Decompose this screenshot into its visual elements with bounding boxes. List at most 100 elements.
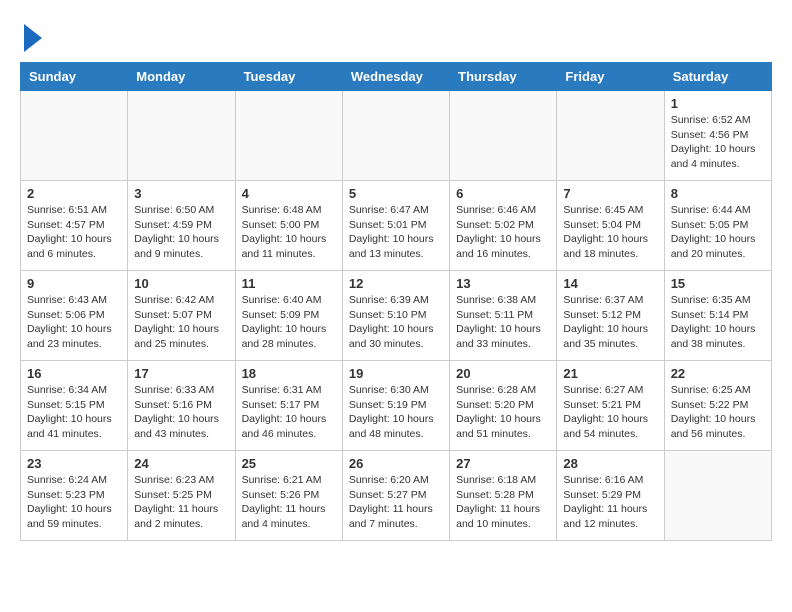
calendar-cell (664, 451, 771, 541)
day-info: Sunrise: 6:45 AM Sunset: 5:04 PM Dayligh… (563, 203, 657, 262)
calendar-cell: 2 Sunrise: 6:51 AM Sunset: 4:57 PM Daylig… (21, 181, 128, 271)
day-number: 9 (27, 276, 121, 291)
page-header (20, 20, 772, 52)
day-info: Sunrise: 6:34 AM Sunset: 5:15 PM Dayligh… (27, 383, 121, 442)
calendar-header-row: SundayMondayTuesdayWednesdayThursdayFrid… (21, 63, 772, 91)
calendar-cell: 21Sunrise: 6:27 AM Sunset: 5:21 PM Dayli… (557, 361, 664, 451)
day-number: 19 (349, 366, 443, 381)
weekday-header: Tuesday (235, 63, 342, 91)
calendar-cell: 23 Sunrise: 6:24 AM Sunset: 5:23 PM Dayli… (21, 451, 128, 541)
calendar-cell: 16 Sunrise: 6:34 AM Sunset: 5:15 PM Dayli… (21, 361, 128, 451)
day-info: Sunrise: 6:30 AM Sunset: 5:19 PM Dayligh… (349, 383, 443, 442)
calendar-cell: 22 Sunrise: 6:25 AM Sunset: 5:22 PM Dayli… (664, 361, 771, 451)
calendar-cell: 14 Sunrise: 6:37 AM Sunset: 5:12 PM Dayli… (557, 271, 664, 361)
day-info: Sunrise: 6:33 AM Sunset: 5:16 PM Dayligh… (134, 383, 228, 442)
day-number: 5 (349, 186, 443, 201)
day-number: 16 (27, 366, 121, 381)
day-number: 13 (456, 276, 550, 291)
calendar-cell: 1 Sunrise: 6:52 AM Sunset: 4:56 PM Daylig… (664, 91, 771, 181)
calendar-week-row: 16 Sunrise: 6:34 AM Sunset: 5:15 PM Dayli… (21, 361, 772, 451)
day-info: Sunrise: 6:51 AM Sunset: 4:57 PM Dayligh… (27, 203, 121, 262)
day-number: 14 (563, 276, 657, 291)
calendar-cell: 10 Sunrise: 6:42 AM Sunset: 5:07 PM Dayli… (128, 271, 235, 361)
day-number: 8 (671, 186, 765, 201)
calendar-cell: 26 Sunrise: 6:20 AM Sunset: 5:27 PM Dayli… (342, 451, 449, 541)
day-number: 11 (242, 276, 336, 291)
calendar-week-row: 1 Sunrise: 6:52 AM Sunset: 4:56 PM Daylig… (21, 91, 772, 181)
day-info: Sunrise: 6:48 AM Sunset: 5:00 PM Dayligh… (242, 203, 336, 262)
calendar-cell: 17 Sunrise: 6:33 AM Sunset: 5:16 PM Dayli… (128, 361, 235, 451)
calendar-cell (342, 91, 449, 181)
calendar-cell: 12 Sunrise: 6:39 AM Sunset: 5:10 PM Dayli… (342, 271, 449, 361)
day-number: 28 (563, 456, 657, 471)
calendar-cell: 24 Sunrise: 6:23 AM Sunset: 5:25 PM Dayli… (128, 451, 235, 541)
day-number: 15 (671, 276, 765, 291)
day-info: Sunrise: 6:25 AM Sunset: 5:22 PM Dayligh… (671, 383, 765, 442)
calendar-cell (21, 91, 128, 181)
calendar-cell: 5Sunrise: 6:47 AM Sunset: 5:01 PM Daylig… (342, 181, 449, 271)
calendar-cell (235, 91, 342, 181)
day-number: 26 (349, 456, 443, 471)
calendar-cell: 15Sunrise: 6:35 AM Sunset: 5:14 PM Dayli… (664, 271, 771, 361)
calendar-week-row: 9Sunrise: 6:43 AM Sunset: 5:06 PM Daylig… (21, 271, 772, 361)
calendar-cell: 7 Sunrise: 6:45 AM Sunset: 5:04 PM Daylig… (557, 181, 664, 271)
day-info: Sunrise: 6:52 AM Sunset: 4:56 PM Dayligh… (671, 113, 765, 172)
day-number: 27 (456, 456, 550, 471)
logo-arrow-icon (24, 24, 42, 52)
calendar-cell: 3 Sunrise: 6:50 AM Sunset: 4:59 PM Daylig… (128, 181, 235, 271)
weekday-header: Saturday (664, 63, 771, 91)
day-info: Sunrise: 6:21 AM Sunset: 5:26 PM Dayligh… (242, 473, 336, 532)
day-number: 20 (456, 366, 550, 381)
weekday-header: Friday (557, 63, 664, 91)
calendar-cell (128, 91, 235, 181)
day-number: 17 (134, 366, 228, 381)
weekday-header: Monday (128, 63, 235, 91)
weekday-header: Thursday (450, 63, 557, 91)
day-number: 3 (134, 186, 228, 201)
day-info: Sunrise: 6:42 AM Sunset: 5:07 PM Dayligh… (134, 293, 228, 352)
calendar-cell: 20 Sunrise: 6:28 AM Sunset: 5:20 PM Dayli… (450, 361, 557, 451)
calendar-cell: 19 Sunrise: 6:30 AM Sunset: 5:19 PM Dayli… (342, 361, 449, 451)
day-info: Sunrise: 6:27 AM Sunset: 5:21 PM Dayligh… (563, 383, 657, 442)
calendar-cell: 28 Sunrise: 6:16 AM Sunset: 5:29 PM Dayli… (557, 451, 664, 541)
day-info: Sunrise: 6:37 AM Sunset: 5:12 PM Dayligh… (563, 293, 657, 352)
calendar-cell: 11 Sunrise: 6:40 AM Sunset: 5:09 PM Dayli… (235, 271, 342, 361)
day-number: 23 (27, 456, 121, 471)
calendar-cell: 13Sunrise: 6:38 AM Sunset: 5:11 PM Dayli… (450, 271, 557, 361)
day-number: 1 (671, 96, 765, 111)
day-info: Sunrise: 6:23 AM Sunset: 5:25 PM Dayligh… (134, 473, 228, 532)
calendar-cell (557, 91, 664, 181)
calendar-cell: 8 Sunrise: 6:44 AM Sunset: 5:05 PM Daylig… (664, 181, 771, 271)
calendar-cell: 6 Sunrise: 6:46 AM Sunset: 5:02 PM Daylig… (450, 181, 557, 271)
calendar-week-row: 2 Sunrise: 6:51 AM Sunset: 4:57 PM Daylig… (21, 181, 772, 271)
day-number: 12 (349, 276, 443, 291)
day-number: 6 (456, 186, 550, 201)
day-info: Sunrise: 6:18 AM Sunset: 5:28 PM Dayligh… (456, 473, 550, 532)
day-number: 10 (134, 276, 228, 291)
day-info: Sunrise: 6:28 AM Sunset: 5:20 PM Dayligh… (456, 383, 550, 442)
calendar-cell: 18 Sunrise: 6:31 AM Sunset: 5:17 PM Dayli… (235, 361, 342, 451)
day-number: 2 (27, 186, 121, 201)
calendar-cell: 9Sunrise: 6:43 AM Sunset: 5:06 PM Daylig… (21, 271, 128, 361)
day-info: Sunrise: 6:16 AM Sunset: 5:29 PM Dayligh… (563, 473, 657, 532)
calendar-cell: 25 Sunrise: 6:21 AM Sunset: 5:26 PM Dayli… (235, 451, 342, 541)
day-number: 7 (563, 186, 657, 201)
day-info: Sunrise: 6:44 AM Sunset: 5:05 PM Dayligh… (671, 203, 765, 262)
day-info: Sunrise: 6:20 AM Sunset: 5:27 PM Dayligh… (349, 473, 443, 532)
day-number: 25 (242, 456, 336, 471)
day-info: Sunrise: 6:31 AM Sunset: 5:17 PM Dayligh… (242, 383, 336, 442)
weekday-header: Wednesday (342, 63, 449, 91)
day-number: 24 (134, 456, 228, 471)
weekday-header: Sunday (21, 63, 128, 91)
day-number: 18 (242, 366, 336, 381)
day-info: Sunrise: 6:46 AM Sunset: 5:02 PM Dayligh… (456, 203, 550, 262)
day-info: Sunrise: 6:50 AM Sunset: 4:59 PM Dayligh… (134, 203, 228, 262)
calendar-cell: 4 Sunrise: 6:48 AM Sunset: 5:00 PM Daylig… (235, 181, 342, 271)
day-number: 4 (242, 186, 336, 201)
day-info: Sunrise: 6:24 AM Sunset: 5:23 PM Dayligh… (27, 473, 121, 532)
logo (20, 20, 42, 52)
calendar-table: SundayMondayTuesdayWednesdayThursdayFrid… (20, 62, 772, 541)
day-info: Sunrise: 6:40 AM Sunset: 5:09 PM Dayligh… (242, 293, 336, 352)
day-info: Sunrise: 6:39 AM Sunset: 5:10 PM Dayligh… (349, 293, 443, 352)
day-number: 22 (671, 366, 765, 381)
